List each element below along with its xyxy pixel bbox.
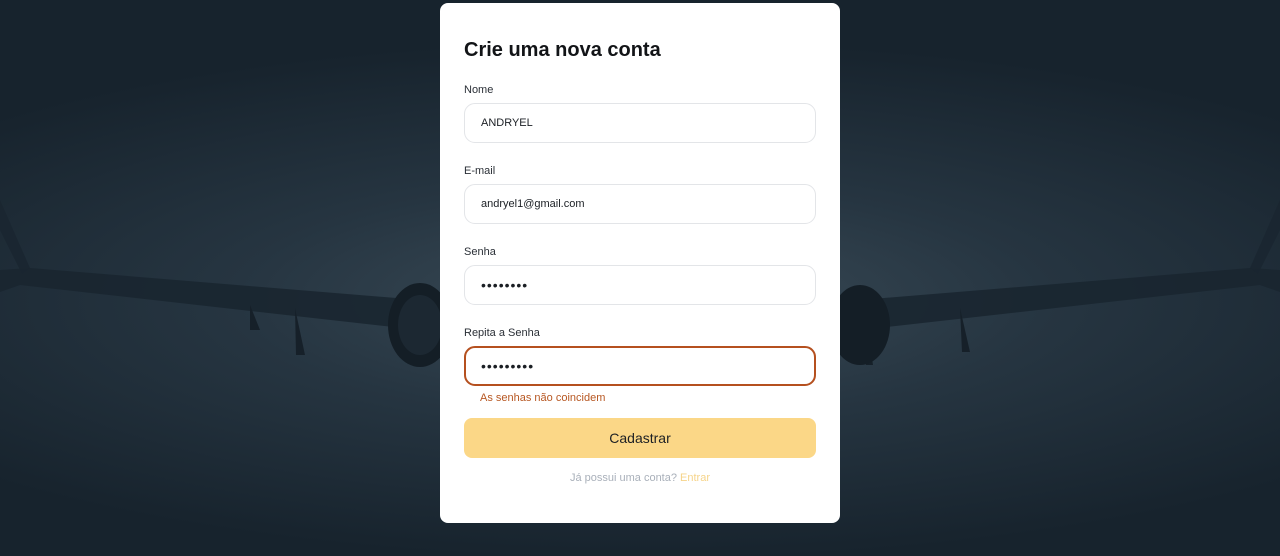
password-label: Senha xyxy=(464,246,496,258)
repeat-password-input[interactable] xyxy=(464,346,816,386)
repeat-password-label: Repita a Senha xyxy=(464,327,540,339)
password-mismatch-error: As senhas não coincidem xyxy=(480,392,606,404)
login-prompt-text: Já possui uma conta? xyxy=(569,472,677,484)
name-label: Nome xyxy=(464,84,494,96)
register-button[interactable]: Cadastrar xyxy=(464,418,816,458)
signup-card: Crie uma nova conta Nome E-mail Senha Re… xyxy=(440,3,840,523)
password-input[interactable] xyxy=(464,265,816,305)
email-label: E-mail xyxy=(464,165,496,177)
login-link[interactable]: Entrar xyxy=(680,472,710,484)
page-title: Crie uma nova conta xyxy=(464,39,661,61)
name-input[interactable] xyxy=(464,103,816,143)
email-input[interactable] xyxy=(464,184,816,224)
login-prompt: Já possui uma conta? Entrar xyxy=(440,472,840,484)
